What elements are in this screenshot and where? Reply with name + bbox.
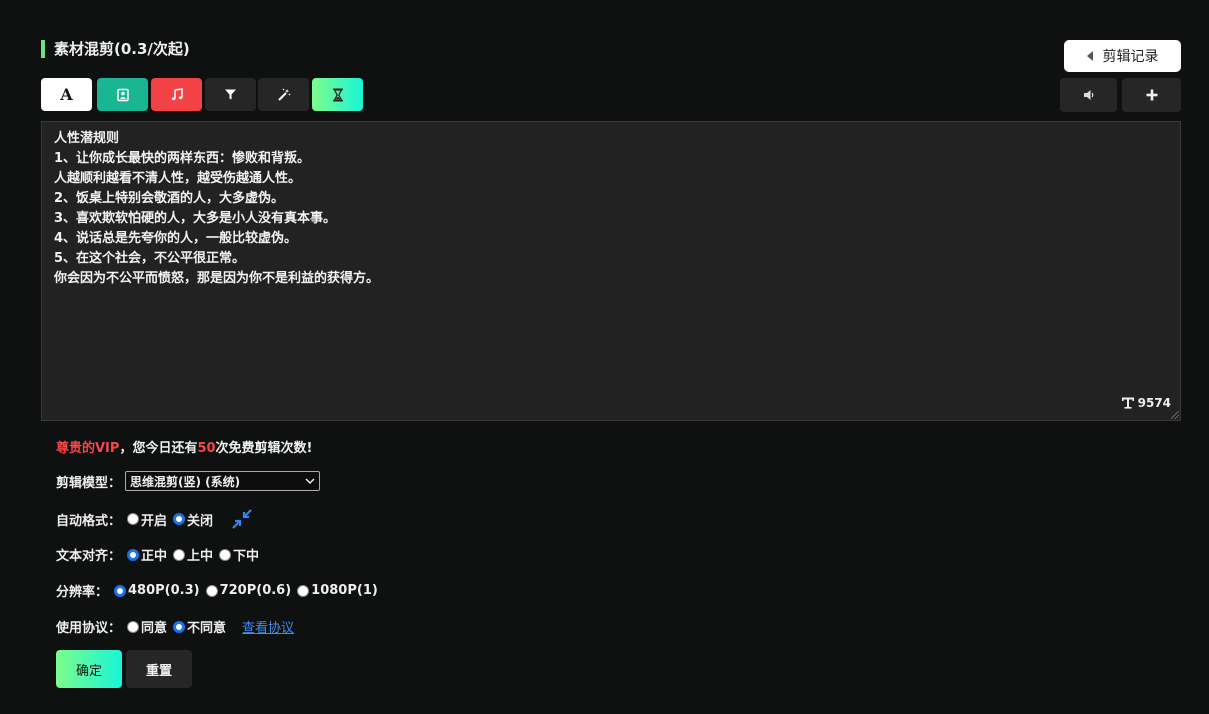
align-center-radio[interactable] [127, 548, 140, 561]
page: 素材混剪(0.3/次起) 剪辑记录 A 人性潜规则 1、让你成长最快的两样东西：… [0, 0, 1209, 714]
auto-format-off-radio[interactable] [173, 513, 186, 525]
volume-icon [1083, 90, 1093, 100]
res-720-text: 720P(0.6) [219, 583, 292, 598]
magic-wand-icon [277, 88, 290, 101]
filter-icon [225, 89, 236, 100]
resolution-label: 分辨率： [56, 585, 109, 600]
vip-notice: 尊贵的VIP，您今日还有50次免费剪辑次数! [56, 437, 312, 456]
res-720-radio[interactable] [205, 584, 218, 597]
vip-label: 尊贵的VIP [56, 441, 120, 456]
res-480-radio[interactable] [114, 584, 127, 597]
agree-text: 同意 [141, 621, 168, 636]
agree-radio[interactable] [127, 620, 140, 633]
add-button[interactable] [1122, 78, 1181, 112]
auto-format-off-text: 关闭 [187, 513, 214, 529]
res-480-text: 480P(0.3) [128, 583, 200, 598]
agreement-row: 使用协议： 同意 不同意 查看协议 [56, 617, 294, 636]
volume-button[interactable] [1060, 78, 1117, 112]
notice-middle: ，您今日还有 [119, 441, 198, 456]
text-align-row: 文本对齐： 正中 上中 下中 [56, 545, 263, 564]
align-top-radio[interactable] [173, 548, 186, 561]
timer-tool-button[interactable] [312, 78, 363, 111]
res-1080-radio[interactable] [297, 584, 310, 597]
disagree-radio[interactable] [173, 620, 186, 633]
disagree-text: 不同意 [187, 621, 227, 636]
resolution-row: 分辨率： 480P(0.3) 720P(0.6) 1080P(1) [56, 581, 382, 600]
auto-format-label: 自动格式： [56, 513, 122, 529]
notice-suffix: 次免费剪辑次数! [215, 441, 313, 456]
align-bottom-text: 下中 [233, 549, 260, 564]
script-textarea[interactable]: 人性潜规则 1、让你成长最快的两样东西：惨败和背叛。 人越顺利越看不清人性，越受… [41, 121, 1181, 421]
page-title: 素材混剪(0.3/次起) [41, 40, 190, 58]
model-row: 剪辑模型： 思维混剪(竖) (系统) [56, 471, 321, 491]
confirm-button[interactable]: 确定 [56, 650, 122, 688]
collapse-arrows-icon[interactable] [231, 508, 253, 530]
view-agreement-link[interactable]: 查看协议 [242, 617, 294, 636]
auto-format-on-radio[interactable] [127, 513, 140, 525]
res-1080-option[interactable]: 1080P(1) [295, 583, 380, 598]
char-count-value: 9574 [1137, 396, 1171, 410]
text-tool-button[interactable]: A [41, 78, 92, 111]
auto-format-off-option[interactable]: 关闭 [171, 510, 215, 529]
script-text: 人性潜规则 1、让你成长最快的两样东西：惨败和背叛。 人越顺利越看不清人性，越受… [54, 131, 380, 286]
model-select[interactable]: 思维混剪(竖) (系统) [125, 471, 321, 491]
res-720-option[interactable]: 720P(0.6) [204, 583, 294, 598]
history-button-label: 剪辑记录 [1102, 49, 1159, 65]
filter-tool-button[interactable] [205, 78, 256, 111]
align-top-option[interactable]: 上中 [171, 545, 215, 564]
music-note-icon [171, 87, 183, 100]
hourglass-icon [332, 88, 343, 101]
text-icon: A [60, 85, 73, 104]
magic-tool-button[interactable] [258, 78, 309, 111]
image-tool-button[interactable] [97, 78, 148, 111]
agreement-label: 使用协议： [56, 621, 122, 636]
disagree-option[interactable]: 不同意 [171, 617, 228, 636]
res-1080-text: 1080P(1) [311, 583, 378, 598]
auto-format-row: 自动格式： 开启 关闭 [56, 508, 253, 530]
free-count: 50 [197, 441, 216, 456]
reset-button[interactable]: 重置 [126, 650, 192, 688]
text-align-label: 文本对齐： [56, 549, 122, 564]
portrait-icon [116, 88, 129, 101]
music-tool-button[interactable] [151, 78, 202, 111]
align-center-text: 正中 [141, 549, 168, 564]
model-selected: 思维混剪(竖) (系统) [130, 474, 241, 489]
plus-icon [1146, 89, 1157, 101]
text-size-icon [1121, 397, 1134, 409]
align-bottom-radio[interactable] [219, 548, 232, 561]
auto-format-on-text: 开启 [141, 513, 168, 529]
align-top-text: 上中 [187, 549, 214, 564]
align-center-option[interactable]: 正中 [125, 545, 169, 564]
res-480-option[interactable]: 480P(0.3) [112, 583, 202, 598]
char-count: 9574 [1121, 396, 1171, 410]
agree-option[interactable]: 同意 [125, 617, 169, 636]
model-label: 剪辑模型： [56, 475, 122, 491]
auto-format-on-option[interactable]: 开启 [125, 510, 169, 529]
caret-left-icon [1086, 51, 1093, 61]
resize-handle[interactable] [1171, 411, 1179, 419]
history-button[interactable]: 剪辑记录 [1064, 40, 1181, 72]
chevron-down-icon [305, 478, 315, 485]
align-bottom-option[interactable]: 下中 [217, 545, 261, 564]
